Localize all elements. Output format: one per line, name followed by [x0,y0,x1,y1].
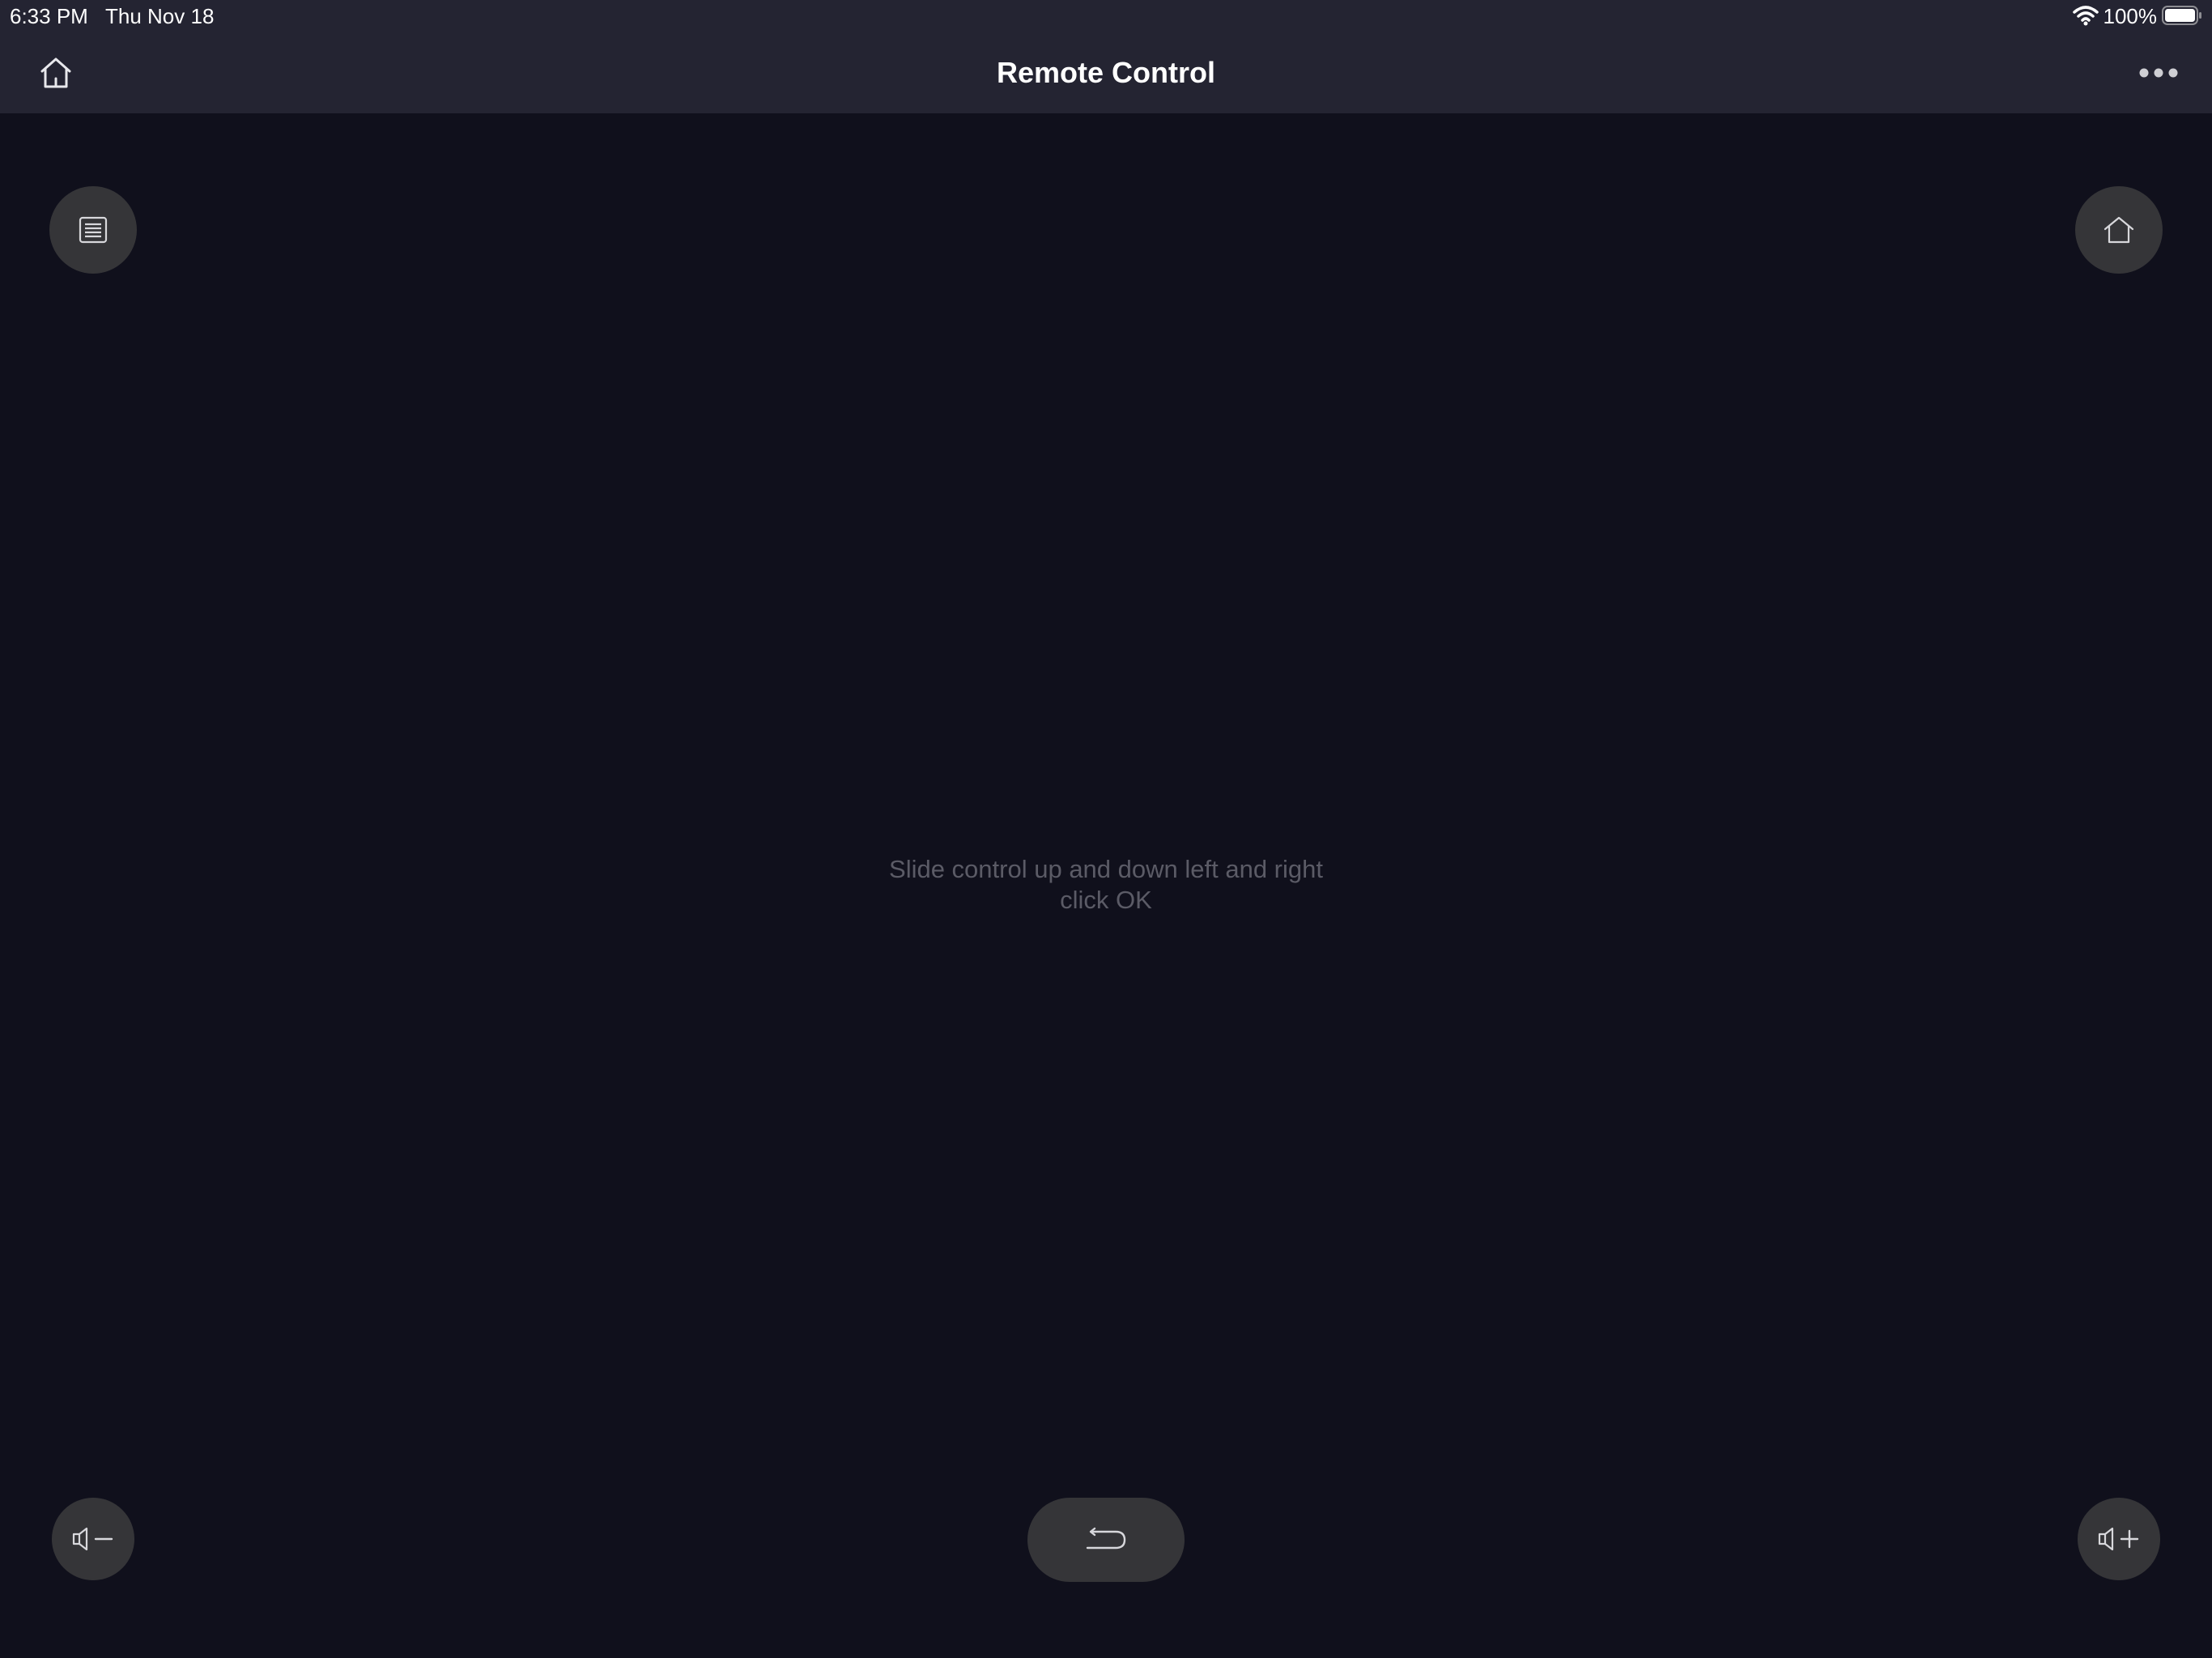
back-arrow-icon [1086,1527,1126,1550]
touchpad-hint-line-2: click OK [1060,886,1152,914]
back-button[interactable] [1027,1498,1185,1582]
battery-percentage: 100% [2103,4,2158,28]
volume-up-button[interactable] [2078,1498,2160,1580]
menu-button[interactable] [49,186,137,274]
remote-control-screen: 6:33 PM Thu Nov 18 100% Remote Control S… [0,0,2212,1658]
touchpad-hint-line-1: Slide control up and down left and right [889,855,1323,883]
more-options-button[interactable] [2129,53,2188,92]
home-icon [2104,216,2134,244]
battery-icon [2162,6,2201,25]
status-date: Thu Nov 18 [105,4,215,28]
touchpad-area[interactable] [0,113,2212,1457]
home-button[interactable] [2075,186,2163,274]
touchpad-hint: Slide control up and down left and right… [701,854,1511,916]
volume-up-icon [2098,1527,2139,1551]
top-bar: 6:33 PM Thu Nov 18 100% Remote Control [0,0,2212,113]
wifi-icon [2073,6,2099,26]
volume-down-button[interactable] [52,1498,134,1580]
status-time: 6:33 PM [10,4,88,28]
ellipsis-icon [2139,68,2178,78]
list-icon [79,216,108,244]
volume-down-icon [72,1527,113,1551]
page-title: Remote Control [997,56,1215,89]
